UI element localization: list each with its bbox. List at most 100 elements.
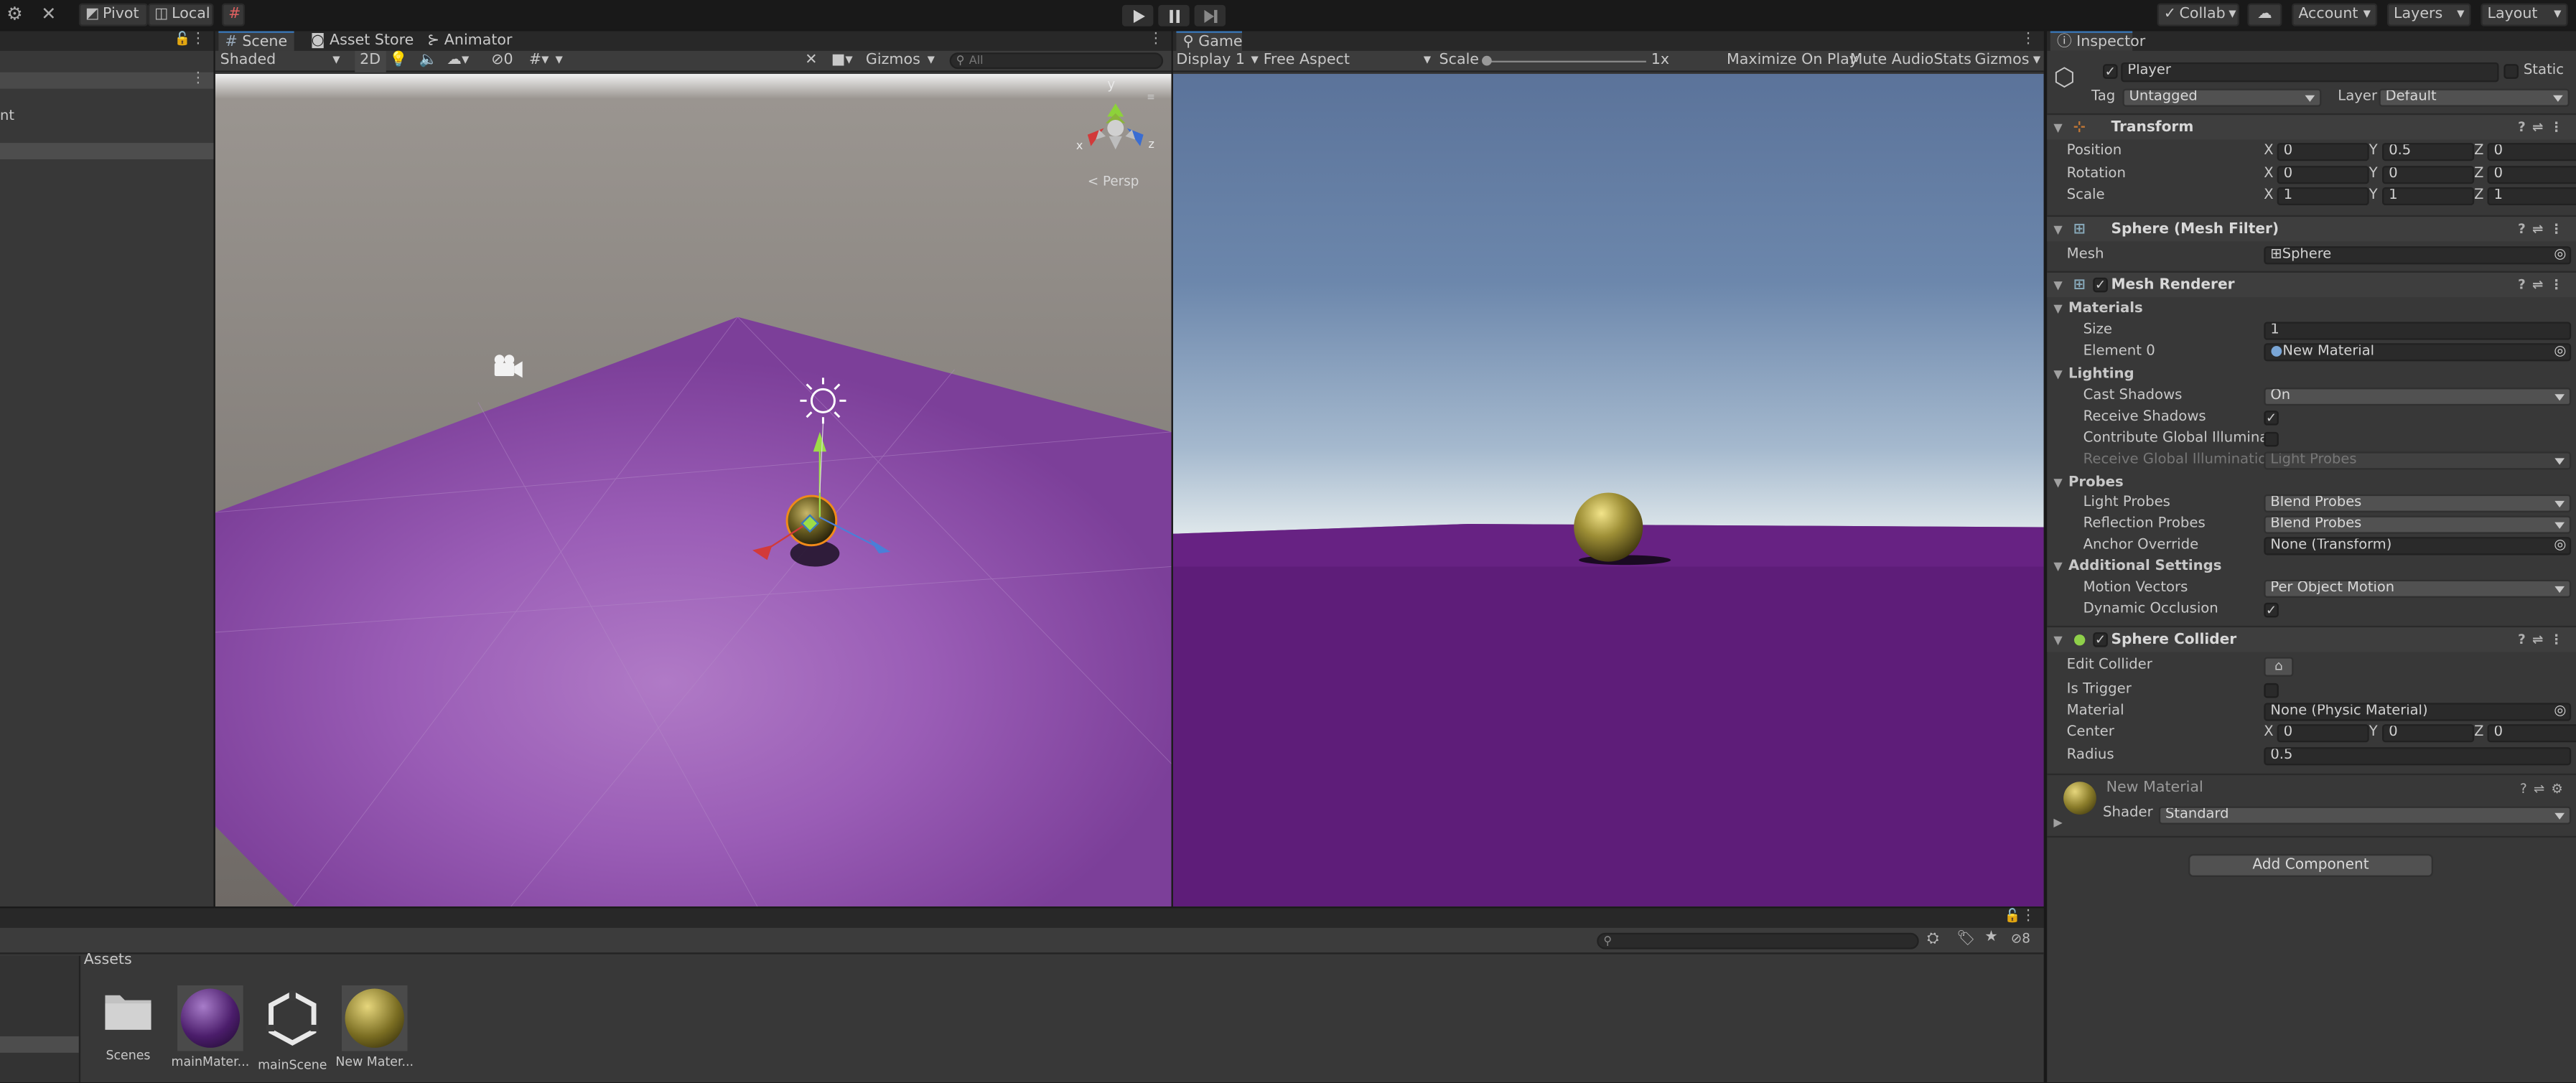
rotation-y-field[interactable]: 0 <box>2382 166 2475 184</box>
asset-item-main-scene[interactable]: mainScene <box>253 985 332 1072</box>
scale-x-label[interactable]: X <box>2264 186 2273 207</box>
scale-y-field[interactable]: 1 <box>2382 187 2475 206</box>
filter-by-label-icon[interactable]: 🏷 <box>1956 931 1975 947</box>
edit-collider-button[interactable]: ⌂ <box>2264 657 2294 677</box>
account-dropdown[interactable]: Account ▾ <box>2292 3 2378 27</box>
tab-animator[interactable]: ⊱ Animator <box>421 31 519 50</box>
anchor-override-field[interactable]: None (Transform) ◎ <box>2264 537 2572 555</box>
layout-dropdown[interactable]: Layout ▾ <box>2481 3 2568 27</box>
position-y-label[interactable]: Y <box>2369 141 2378 163</box>
asset-item-scenes[interactable]: Scenes <box>89 985 168 1063</box>
tab-inspector[interactable]: ⓘ Inspector <box>2050 31 2145 51</box>
lighting-foldout[interactable]: ▼ Lighting <box>2047 365 2576 386</box>
play-button[interactable] <box>1121 4 1154 27</box>
center-z-label[interactable]: Z <box>2474 723 2483 744</box>
display-dropdown[interactable]: Display 1 ▾ <box>1176 51 1258 72</box>
materials-size-field[interactable]: 1 <box>2264 322 2572 340</box>
lock-icon[interactable]: 🔓 <box>2005 908 2021 923</box>
tab-asset-store[interactable]: ◙ Asset Store <box>304 31 420 50</box>
rotation-x-label[interactable]: X <box>2264 164 2273 186</box>
folder-tree-item-selected[interactable] <box>0 1036 79 1053</box>
center-y-label[interactable]: Y <box>2369 723 2378 744</box>
position-x-field[interactable]: 0 <box>2277 143 2369 161</box>
radius-field[interactable]: 0.5 <box>2264 747 2572 766</box>
scene-viewport[interactable]: ≡ y x z < Persp <box>215 73 1172 907</box>
motion-vectors-dropdown[interactable]: Per Object Motion <box>2264 579 2572 598</box>
rotation-z-field[interactable]: 0 <box>2487 166 2576 184</box>
filter-by-type-icon[interactable]: ⛭ <box>1927 931 1938 947</box>
asset-item-new-material[interactable]: New Mater... <box>335 985 414 1069</box>
contribute-gi-checkbox[interactable] <box>2264 431 2279 447</box>
center-x-label[interactable]: X <box>2264 723 2273 744</box>
component-header-icons[interactable]: ?⇌⋮ <box>2518 627 2570 654</box>
mesh-filter-header[interactable]: ▼ ⊞ Sphere (Mesh Filter) ?⇌⋮ <box>2047 215 2576 242</box>
material-header-icons[interactable]: ?⇌⚙ <box>2520 782 2570 797</box>
shader-dropdown[interactable]: Standard <box>2158 806 2572 825</box>
scale-slider[interactable] <box>1485 60 1646 62</box>
receive-shadows-checkbox[interactable]: ✓ <box>2264 411 2279 426</box>
audio-toggle-icon[interactable]: 🔈 <box>419 51 438 72</box>
kebab-menu-icon[interactable]: ⋮ <box>2021 31 2036 47</box>
gameobject-cube-icon[interactable]: ⬡ <box>2053 62 2075 92</box>
hidden-objects-toggle[interactable]: ⊘0 <box>491 51 513 72</box>
layers-dropdown[interactable]: Layers ▾ <box>2386 3 2471 27</box>
game-gizmos-dropdown[interactable]: Gizmos ▾ <box>1975 51 2041 72</box>
center-y-field[interactable]: 0 <box>2382 724 2475 743</box>
persp-label[interactable]: < Persp <box>1088 174 1139 189</box>
pivot-button[interactable]: ◩ Pivot <box>78 3 148 27</box>
cloud-button[interactable]: ☁ <box>2247 3 2282 27</box>
mute-audio-toggle[interactable]: Mute Audio <box>1850 51 1934 72</box>
component-header-icons[interactable]: ?⇌⋮ <box>2518 273 2570 299</box>
project-search-input[interactable]: ⚲ <box>1597 932 1919 950</box>
object-picker-icon[interactable]: ◎ <box>2554 705 2566 720</box>
mesh-renderer-enabled-checkbox[interactable]: ✓ <box>2093 277 2108 293</box>
camera-dropdown[interactable]: ■▾ <box>831 51 853 72</box>
probes-foldout[interactable]: ▼ Probes <box>2047 473 2576 494</box>
snap-button[interactable]: # <box>221 3 245 27</box>
kebab-menu-icon[interactable]: ⋮ <box>190 70 205 87</box>
assets-breadcrumb[interactable]: Assets <box>84 952 132 969</box>
hand-tool-icon[interactable]: ⚙ <box>6 4 26 24</box>
scale-z-label[interactable]: Z <box>2474 186 2483 207</box>
scale-y-label[interactable]: Y <box>2369 186 2378 207</box>
sphere-collider-enabled-checkbox[interactable]: ✓ <box>2093 632 2108 647</box>
local-button[interactable]: ◫ Local <box>147 3 214 27</box>
object-picker-icon[interactable]: ◎ <box>2554 539 2566 554</box>
mesh-field[interactable]: ⊞Sphere ◎ <box>2264 246 2572 265</box>
cast-shadows-dropdown[interactable]: On <box>2264 388 2572 406</box>
pause-button[interactable] <box>1158 4 1190 27</box>
mesh-renderer-header[interactable]: ▼ ⊞ ✓ Mesh Renderer ?⇌⋮ <box>2047 271 2576 298</box>
position-z-field[interactable]: 0 <box>2487 143 2576 161</box>
kebab-menu-icon[interactable]: ⋮ <box>190 31 205 47</box>
collab-dropdown[interactable]: ✓ Collab ▾ <box>2157 3 2239 27</box>
stats-toggle[interactable]: Stats <box>1933 51 1971 72</box>
2d-toggle[interactable]: 2D <box>355 50 386 72</box>
static-checkbox[interactable] <box>2503 64 2519 79</box>
move-tool-icon[interactable]: ✕ <box>41 4 60 24</box>
hierarchy-item[interactable]: nt <box>0 108 14 125</box>
add-component-button[interactable]: Add Component <box>2188 853 2433 877</box>
chevron-down-icon[interactable]: ▾ <box>555 51 562 72</box>
lock-icon[interactable]: 🔓 <box>174 31 191 46</box>
effects-dropdown-icon[interactable]: ☁▾ <box>447 51 469 72</box>
layer-dropdown[interactable]: Default <box>2379 88 2570 107</box>
grid-toggle[interactable]: #▾ <box>529 51 549 72</box>
favorite-star-icon[interactable]: ★ <box>1984 929 1997 946</box>
game-viewport[interactable] <box>1172 73 2044 907</box>
rotation-z-label[interactable]: Z <box>2474 164 2483 186</box>
tab-game[interactable]: ⚲ Game <box>1176 31 1243 51</box>
scale-slider-thumb[interactable] <box>1482 55 1492 66</box>
component-header-icons[interactable]: ?⇌⋮ <box>2518 115 2570 141</box>
is-trigger-checkbox[interactable] <box>2264 683 2279 698</box>
hierarchy-search-bar[interactable]: ⋮ <box>0 70 214 89</box>
materials-foldout[interactable]: ▼ Materials <box>2047 299 2576 320</box>
scene-search-input[interactable]: ⚲ All <box>949 52 1164 70</box>
rotation-y-label[interactable]: Y <box>2369 164 2378 186</box>
scale-x-field[interactable]: 1 <box>2277 187 2369 206</box>
material-foldout-icon[interactable]: ▶ <box>2053 816 2062 829</box>
shading-dropdown[interactable]: Shaded ▾ <box>220 51 344 72</box>
tab-scene[interactable]: # Scene <box>218 31 294 51</box>
object-name-field[interactable]: Player <box>2121 62 2499 83</box>
additional-settings-foldout[interactable]: ▼ Additional Settings <box>2047 557 2576 578</box>
position-z-label[interactable]: Z <box>2474 141 2483 163</box>
